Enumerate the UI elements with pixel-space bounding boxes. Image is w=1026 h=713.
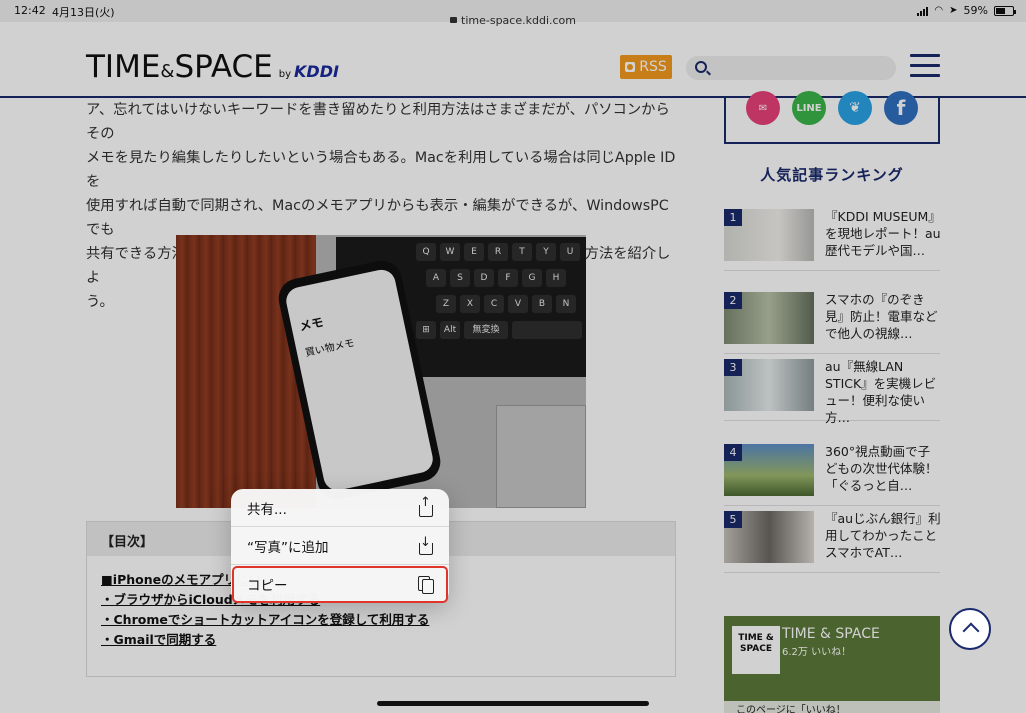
ranking-item[interactable]: 5 『auじぶん銀行』利用してわかったことスマホでAT… [724,510,941,573]
mail-share-button[interactable]: ✉ [746,91,780,125]
logo-text-time: TIME [86,49,161,85]
line-label: LINE [796,102,822,114]
toc-link[interactable]: ・Gmailで同期する [101,632,216,647]
rank-number: 5 [724,511,742,528]
article-line: メモを見たり編集したりしたいという場合もある。Macを利用している場合は同じAp… [86,150,676,190]
phone-screen-note: 買い物メモ [304,337,356,360]
ranking-item[interactable]: 1 『KDDI MUSEUM』を現地レポート！au歴代モデルや国… [724,208,941,271]
article-line: ア、忘れてはいけないキーワードを書き留めたりと利用方法はさまざまだが、パソコンか… [86,102,670,142]
address-bar[interactable]: time-space.kddi.com [0,14,1026,34]
lock-icon [450,17,458,23]
logo-kddi: KDDI [294,62,339,81]
ranking-title-text[interactable]: 『KDDI MUSEUM』を現地レポート！au歴代モデルや国… [825,208,941,259]
add-to-photos-label: “写真”に追加 [247,539,329,556]
scroll-to-top-button[interactable] [949,608,991,650]
context-menu-add-to-photos[interactable]: “写真”に追加 [231,527,449,565]
rss-icon [625,62,636,72]
rank-number: 4 [724,444,742,461]
home-indicator[interactable] [377,701,649,706]
context-menu-share[interactable]: 共有... [231,489,449,527]
ranking-title: 人気記事ランキング [760,166,904,184]
logo-text-space: SPACE [174,49,273,85]
context-menu: 共有... “写真”に追加 コピー [231,489,449,603]
toc-item[interactable]: ・Gmailで同期する [101,630,661,650]
hamburger-menu-icon[interactable] [910,54,940,78]
logo-by: by [278,69,292,80]
ranking-item[interactable]: 3 au『無線LAN STICK』を実機レビュー！便利な使い方… [724,359,940,425]
facebook-like-prompt[interactable]: このページに「いいね！ [724,701,940,713]
facebook-page-name[interactable]: TIME & SPACE [782,626,880,642]
facebook-like-count: 6.2万 いいね！ [782,647,852,658]
logo-ampersand: & [160,61,175,82]
copy-highlight-box [232,566,448,603]
ranking-title-text[interactable]: au『無線LAN STICK』を実機レビュー！便利な使い方… [825,358,941,426]
rank-number: 2 [724,292,742,309]
search-input[interactable] [714,58,884,78]
facebook-share-button[interactable]: f [884,91,918,125]
site-header: TIME&SPACE by KDDI RSS [0,36,1026,98]
add-to-photos-icon [417,535,433,555]
search-icon[interactable] [695,61,707,73]
rank-number: 1 [724,209,742,226]
share-icon [417,495,433,517]
rank-number: 3 [724,359,742,376]
rss-button[interactable]: RSS [620,55,672,79]
toc-item[interactable]: ・Chromeでショートカットアイコンを登録して利用する [101,610,661,630]
twitter-icon: ❦ [849,100,861,116]
laptop-trackpad [496,405,586,508]
ranking-title-text[interactable]: スマホの『のぞき見』防止！電車などで他人の視線… [825,291,941,342]
toc-link[interactable]: ・Chromeでショートカットアイコンを登録して利用する [101,612,429,627]
search-box[interactable] [686,56,896,80]
facebook-page-widget[interactable]: TIME & SPACE TIME & SPACE 6.2万 いいね！ このペー… [724,616,940,713]
ranking-title-text[interactable]: 『auじぶん銀行』利用してわかったことスマホでAT… [825,510,941,561]
phone-screen-title: メモ [298,314,325,334]
ranking-title-text[interactable]: 360°視点動画で子どもの次世代体験！「ぐるっと自… [825,443,941,494]
twitter-share-button[interactable]: ❦ [838,91,872,125]
share-label: 共有... [247,501,287,518]
ranking-item[interactable]: 2 スマホの『のぞき見』防止！電車などで他人の視線… [724,292,940,354]
url-text: time-space.kddi.com [461,14,576,27]
rss-label: RSS [639,59,667,75]
line-share-button[interactable]: LINE [792,91,826,125]
site-logo[interactable]: TIME&SPACE by KDDI [86,49,339,85]
facebook-page-logo: TIME & SPACE [732,626,780,674]
ranking-item[interactable]: 4 360°視点動画で子どもの次世代体験！「ぐるっと自… [724,444,940,506]
facebook-icon: f [896,96,906,120]
